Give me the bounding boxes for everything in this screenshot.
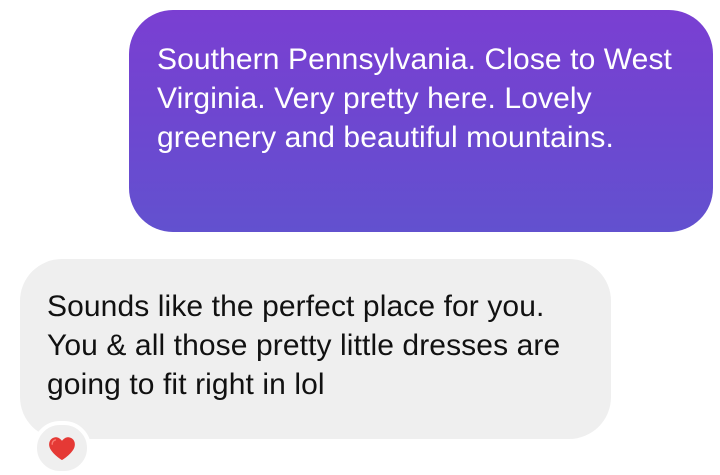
outgoing-message-bubble[interactable]: Southern Pennsylvania. Close to West Vir… <box>129 10 713 232</box>
incoming-message-bubble[interactable]: Sounds like the perfect place for you. Y… <box>20 259 611 439</box>
message-reaction[interactable] <box>33 421 91 475</box>
message-thread: Southern Pennsylvania. Close to West Vir… <box>0 0 720 475</box>
red-heart-icon <box>49 436 75 460</box>
